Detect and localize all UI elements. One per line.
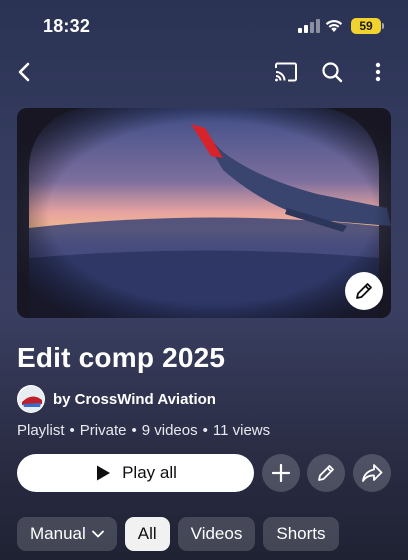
channel-link[interactable]: by CrossWind Aviation — [17, 384, 216, 414]
playlist-type: Playlist — [17, 422, 65, 439]
cellular-signal-icon — [298, 19, 320, 33]
battery-tip — [382, 23, 384, 29]
back-button[interactable] — [9, 56, 41, 88]
status-time: 18:32 — [43, 16, 91, 36]
chip-all[interactable]: All — [124, 517, 170, 551]
cast-button[interactable] — [270, 56, 302, 88]
chevron-left-icon — [18, 62, 30, 82]
add-videos-button[interactable] — [262, 454, 300, 492]
chevron-down-icon — [91, 530, 104, 538]
view-count: 11 views — [212, 422, 271, 439]
meta-separator: • — [69, 422, 75, 439]
cast-icon — [275, 62, 297, 82]
meta-separator: • — [202, 422, 208, 439]
chip-shorts[interactable]: Shorts — [263, 517, 339, 551]
share-button[interactable] — [353, 454, 391, 492]
plus-icon — [271, 463, 291, 483]
privacy-status[interactable]: Private — [80, 422, 127, 439]
battery-indicator: 59 — [351, 18, 381, 34]
chip-videos[interactable]: Videos — [177, 517, 256, 551]
status-bar: 18:32 59 — [0, 0, 408, 52]
share-icon — [362, 464, 383, 482]
wifi-icon — [325, 20, 343, 32]
channel-avatar — [17, 385, 45, 413]
search-button[interactable] — [316, 56, 348, 88]
pencil-icon — [356, 283, 372, 299]
search-icon — [322, 62, 343, 83]
meta-separator: • — [131, 422, 137, 439]
more-options-button[interactable] — [362, 56, 394, 88]
channel-name: by CrossWind Aviation — [53, 390, 216, 408]
playlist-title: Edit comp 2025 — [17, 342, 226, 373]
edit-playlist-button[interactable] — [307, 454, 345, 492]
filter-chips: Manual All Videos Shorts — [17, 517, 339, 551]
play-all-label: Play all — [122, 463, 177, 482]
pencil-icon — [318, 465, 334, 481]
play-icon — [94, 464, 112, 482]
sort-dropdown[interactable]: Manual — [17, 517, 117, 551]
sort-label: Manual — [30, 524, 86, 543]
play-all-button[interactable]: Play all — [17, 454, 254, 492]
edit-thumbnail-button[interactable] — [345, 272, 383, 310]
video-count: 9 videos — [141, 422, 198, 439]
airplane-window-image — [17, 108, 391, 318]
playlist-thumbnail[interactable] — [17, 108, 391, 318]
playlist-meta: Playlist • Private • 9 videos • 11 views — [17, 422, 270, 439]
more-vert-icon — [375, 62, 381, 82]
